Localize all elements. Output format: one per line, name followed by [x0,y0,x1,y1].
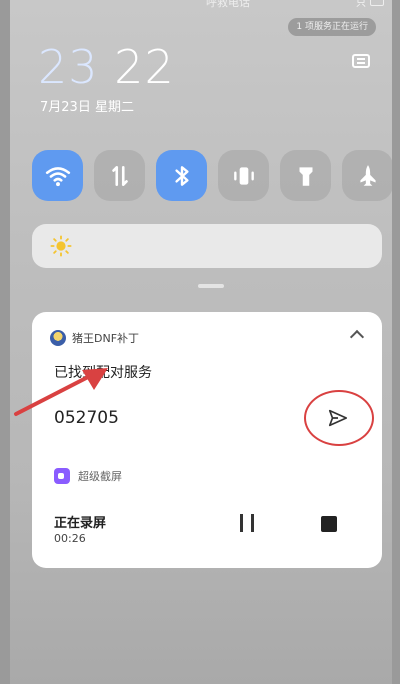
recording-status: 正在录屏 [54,516,107,531]
video-camera-icon [54,468,70,484]
vibrate-icon [233,166,254,185]
status-icons: 只 [356,0,384,9]
pause-icon-bar [251,514,254,532]
wifi-icon [45,166,70,186]
edit-tiles-icon[interactable] [352,54,370,68]
recording-duration: 00:26 [54,532,86,545]
airplane-tile[interactable] [342,150,392,201]
mobile-data-tile[interactable] [94,150,145,201]
flashlight-tile[interactable] [280,150,331,201]
app-name: 猪王DNF补丁 [72,332,140,345]
right-edge [392,0,400,684]
wifi-tile[interactable] [32,150,83,201]
recorder-app-name: 超级截屏 [78,470,122,483]
airplane-icon [359,164,376,186]
drag-handle[interactable] [198,284,224,288]
notification-shade: 呼救电话 只 1 项服务正在运行 23 22 7月23日 星期二 猪王DNF补丁… [10,0,392,684]
annotation-arrow [14,368,108,416]
status-carrier: 呼救电话 [206,0,250,9]
date-label: 7月23日 星期二 [40,100,134,115]
app-icon [50,330,66,346]
clock-hours: 23 [38,40,99,94]
data-transfer-icon [111,165,128,186]
running-service-pill[interactable]: 1 项服务正在运行 [288,18,376,36]
left-edge [0,0,10,684]
clock: 23 22 [38,40,175,94]
quick-settings-tiles [32,150,392,201]
stop-button[interactable] [321,516,337,532]
recorder-header: 超级截屏 [54,468,122,484]
status-bar: 呼救电话 只 [10,0,392,10]
sun-icon [50,235,72,257]
flashlight-icon [299,166,312,186]
bluetooth-tile[interactable] [156,150,207,201]
annotation-circle [304,390,374,446]
chevron-up-icon[interactable] [349,329,365,345]
vibrate-tile[interactable] [218,150,269,201]
brightness-slider[interactable] [32,224,382,268]
battery-icon [370,0,384,6]
pause-icon [240,514,243,532]
bluetooth-icon [174,165,189,186]
notification-header: 猪王DNF补丁 [50,330,139,346]
pause-button[interactable] [238,514,258,532]
signal-icon: 只 [356,0,366,9]
clock-minutes: 22 [114,40,175,94]
